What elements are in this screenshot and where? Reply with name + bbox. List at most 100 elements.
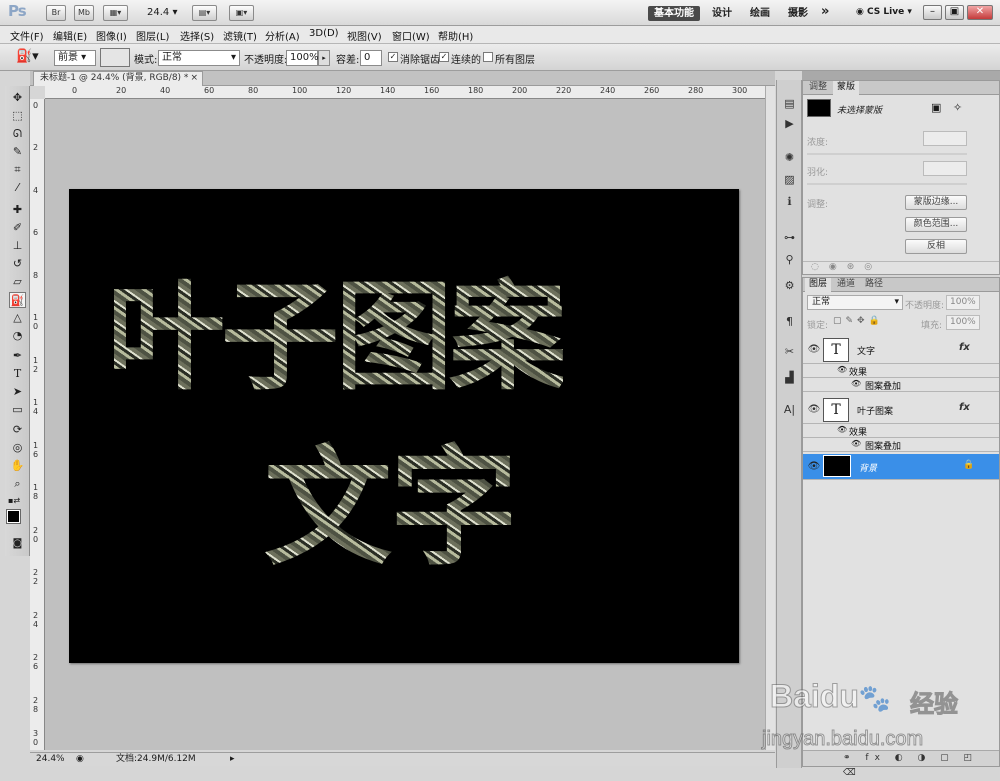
status-menu-icon[interactable]: ◉ bbox=[76, 753, 84, 766]
3d-orbit-tool-icon[interactable]: ◎ bbox=[9, 440, 26, 456]
paint-bucket-tool-icon[interactable]: ⛽ bbox=[9, 292, 26, 308]
density-slider[interactable] bbox=[807, 153, 967, 155]
brush-presets-icon[interactable]: ⊶ bbox=[781, 230, 798, 246]
visibility-eye-icon[interactable]: 👁 bbox=[807, 344, 821, 356]
tab-adjustments[interactable]: 调整 bbox=[805, 81, 831, 95]
vertical-scrollbar[interactable] bbox=[765, 86, 775, 750]
3d-rotate-tool-icon[interactable]: ⟳ bbox=[9, 422, 26, 438]
workspace-design[interactable]: 设计 bbox=[706, 6, 738, 21]
fill-source-dropdown[interactable]: 前景 ▾ bbox=[54, 50, 96, 66]
fill-input[interactable]: 100% bbox=[946, 315, 980, 330]
crop-tool-icon[interactable]: ⌗ bbox=[9, 162, 26, 178]
pattern-picker[interactable] bbox=[100, 48, 130, 67]
workspace-photography[interactable]: 摄影 bbox=[782, 6, 814, 21]
vector-mask-icon[interactable]: ✧ bbox=[953, 101, 962, 114]
clone-source-icon[interactable]: ⚲ bbox=[781, 252, 798, 268]
path-select-tool-icon[interactable]: ➤ bbox=[9, 384, 26, 400]
layer-opacity-input[interactable]: 100% bbox=[946, 295, 980, 310]
quick-select-tool-icon[interactable]: ✎ bbox=[9, 144, 26, 160]
view-extras-button[interactable]: ▦▾ bbox=[103, 5, 128, 21]
layer-fx-icon[interactable]: fx bbox=[959, 402, 970, 413]
workspace-painting[interactable]: 绘画 bbox=[744, 6, 776, 21]
tab-paths[interactable]: 路径 bbox=[861, 278, 887, 292]
tab-channels[interactable]: 通道 bbox=[833, 278, 859, 292]
move-tool-icon[interactable]: ✥ bbox=[9, 90, 26, 106]
paint-bucket-preset-icon[interactable]: ⛽▾ bbox=[16, 49, 39, 64]
swap-colors-icon[interactable]: ▪⇄ bbox=[8, 496, 20, 505]
invert-button[interactable]: 反相 bbox=[905, 239, 967, 254]
workspace-essentials[interactable]: 基本功能 bbox=[648, 6, 700, 21]
actions-panel-icon[interactable]: ▶ bbox=[781, 116, 798, 132]
feather-slider[interactable] bbox=[807, 183, 967, 185]
history-brush-tool-icon[interactable]: ↺ bbox=[9, 256, 26, 272]
type-tool-icon[interactable]: T bbox=[9, 366, 26, 382]
cs-live-button[interactable]: ◉ CS Live ▾ bbox=[856, 7, 912, 17]
menu-edit[interactable]: 编辑(E) bbox=[53, 28, 87, 43]
menu-3d[interactable]: 3D(D) bbox=[309, 28, 339, 39]
pattern-overlay-row[interactable]: 👁 图案叠加 bbox=[803, 438, 999, 452]
effect-eye-icon[interactable]: 👁 bbox=[837, 425, 847, 434]
zoom-tool-icon[interactable]: ⌕ bbox=[9, 476, 26, 492]
foreground-color-swatch[interactable] bbox=[6, 509, 21, 524]
styles-panel-icon[interactable]: ✂ bbox=[781, 344, 798, 360]
character-panel-icon[interactable]: A| bbox=[781, 402, 798, 418]
mask-edge-button[interactable]: 蒙版边缘... bbox=[905, 195, 967, 210]
layer-row-background[interactable]: 👁 背景 🔒 bbox=[803, 454, 999, 480]
antialias-checkbox[interactable]: ✓ bbox=[388, 52, 398, 62]
tab-masks[interactable]: 蒙版 bbox=[833, 81, 860, 95]
menu-select[interactable]: 选择(S) bbox=[180, 28, 214, 43]
opacity-input[interactable]: 100% bbox=[286, 50, 319, 66]
mini-bridge-button[interactable]: Mb bbox=[74, 5, 94, 21]
density-input[interactable] bbox=[923, 131, 967, 146]
layer-effects-row[interactable]: 👁 效果 bbox=[803, 424, 999, 438]
arrange-documents-button[interactable]: ▤▾ bbox=[192, 5, 217, 21]
pattern-overlay-row[interactable]: 👁 图案叠加 bbox=[803, 378, 999, 392]
color-range-button[interactable]: 颜色范围... bbox=[905, 217, 967, 232]
color-panel-icon[interactable]: ✺ bbox=[781, 150, 798, 166]
brush-tool-icon[interactable]: ✐ bbox=[9, 220, 26, 236]
pen-tool-icon[interactable]: ✒ bbox=[9, 348, 26, 364]
document-tab[interactable]: 未标题-1 @ 24.4% (背景, RGB/8) * × bbox=[33, 71, 203, 86]
layer-name[interactable]: 文字 bbox=[857, 344, 875, 357]
layer-name[interactable]: 叶子图案 bbox=[857, 404, 893, 417]
eraser-tool-icon[interactable]: ▱ bbox=[9, 274, 26, 290]
menu-analysis[interactable]: 分析(A) bbox=[265, 28, 300, 43]
zoom-level-dropdown[interactable]: 24.4 ▾ bbox=[147, 7, 177, 18]
eyedropper-tool-icon[interactable]: ⁄ bbox=[9, 180, 26, 196]
visibility-eye-icon[interactable]: 👁 bbox=[807, 404, 821, 416]
effect-eye-icon[interactable]: 👁 bbox=[851, 379, 861, 388]
effect-eye-icon[interactable]: 👁 bbox=[837, 365, 847, 374]
mode-dropdown[interactable]: 正常 ▾ bbox=[158, 50, 240, 66]
menu-view[interactable]: 视图(V) bbox=[347, 28, 382, 43]
all-layers-checkbox[interactable] bbox=[483, 52, 493, 62]
hand-tool-icon[interactable]: ✋ bbox=[9, 458, 26, 474]
feather-input[interactable] bbox=[923, 161, 967, 176]
dodge-tool-icon[interactable]: ◔ bbox=[9, 328, 26, 344]
menu-file[interactable]: 文件(F) bbox=[10, 28, 44, 43]
close-tab-icon[interactable]: × bbox=[190, 72, 198, 85]
opacity-slider-arrow-icon[interactable]: ▸ bbox=[318, 50, 330, 66]
marquee-tool-icon[interactable]: ⬚ bbox=[9, 108, 26, 124]
quick-mask-icon[interactable]: ◙ bbox=[9, 536, 26, 552]
lock-icons[interactable]: ▢✎✥🔒 bbox=[833, 316, 884, 326]
shape-tool-icon[interactable]: ▭ bbox=[9, 402, 26, 418]
restore-button[interactable]: ▣ bbox=[945, 5, 964, 20]
masks-panel-footer-icons[interactable]: ◌◉⊛◎ bbox=[803, 261, 999, 274]
screen-mode-button[interactable]: ▣▾ bbox=[229, 5, 254, 21]
menu-image[interactable]: 图像(I) bbox=[96, 28, 127, 43]
menu-window[interactable]: 窗口(W) bbox=[392, 28, 430, 43]
info-panel-icon[interactable]: ℹ bbox=[781, 194, 798, 210]
tab-layers[interactable]: 图层 bbox=[805, 278, 832, 292]
close-window-button[interactable]: ✕ bbox=[967, 5, 993, 20]
layer-effects-row[interactable]: 👁 效果 bbox=[803, 364, 999, 378]
bridge-button[interactable]: Br bbox=[46, 5, 66, 21]
layer-name[interactable]: 背景 bbox=[859, 461, 877, 474]
minimize-button[interactable]: – bbox=[923, 5, 942, 20]
effect-eye-icon[interactable]: 👁 bbox=[851, 439, 861, 448]
tool-presets-icon[interactable]: ⚙ bbox=[781, 278, 798, 294]
layer-row-wenzi[interactable]: 👁 T 文字 fx bbox=[803, 336, 999, 364]
paragraph-panel-icon[interactable]: ¶ bbox=[781, 314, 798, 330]
more-workspaces-chevron-icon[interactable]: » bbox=[815, 4, 835, 19]
lasso-tool-icon[interactable]: ᘏ bbox=[9, 126, 26, 142]
layer-fx-icon[interactable]: fx bbox=[959, 342, 970, 353]
